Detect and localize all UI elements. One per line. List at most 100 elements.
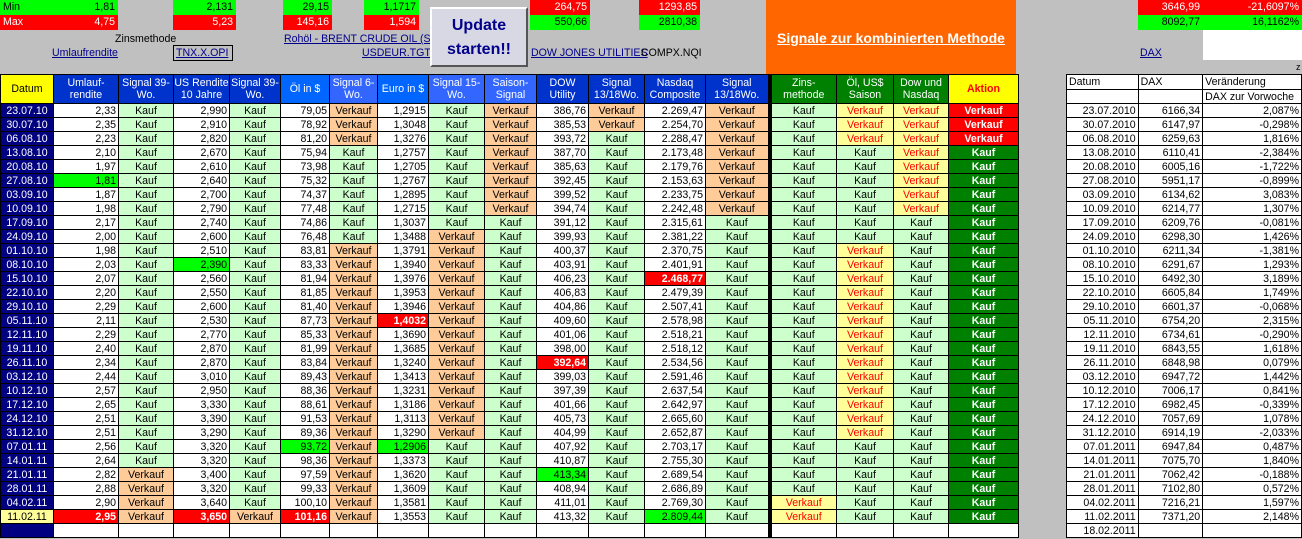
table-cell[interactable]: Kauf <box>588 313 645 328</box>
table-cell[interactable]: Kauf <box>836 229 894 244</box>
table-cell[interactable]: Verkauf <box>118 509 174 524</box>
table-cell[interactable]: Kauf <box>705 509 770 524</box>
table-cell[interactable]: Verkauf <box>484 159 537 174</box>
table-cell[interactable]: Verkauf <box>893 103 949 118</box>
table-cell[interactable]: Verkauf <box>428 285 485 300</box>
table-cell[interactable]: Kauf <box>948 201 1019 216</box>
table-cell[interactable]: Kauf <box>588 327 645 342</box>
column-header[interactable]: Zins- methode <box>767 74 837 104</box>
table-cell[interactable]: Kauf <box>705 397 770 412</box>
table-cell[interactable]: Kauf <box>229 327 281 342</box>
table-cell[interactable]: Kauf <box>118 145 174 160</box>
table-cell[interactable]: Kauf <box>767 229 837 244</box>
table-cell[interactable]: Kauf <box>893 327 949 342</box>
table-cell[interactable]: Kauf <box>948 467 1019 482</box>
table-cell[interactable]: Verkauf <box>836 327 894 342</box>
table-cell[interactable]: Kauf <box>893 355 949 370</box>
table-cell[interactable]: Kauf <box>428 453 485 468</box>
tnx-link[interactable]: TNX.X.OPI <box>173 45 233 61</box>
table-cell[interactable]: Verkauf <box>329 117 378 132</box>
table-cell[interactable]: Verkauf <box>428 243 485 258</box>
table-cell[interactable]: Verkauf <box>588 117 645 132</box>
table-cell[interactable]: Verkauf <box>893 159 949 174</box>
table-cell[interactable]: Verkauf <box>428 383 485 398</box>
column-header[interactable]: Signal 13/18Wo. <box>588 74 645 104</box>
table-cell[interactable]: Kauf <box>948 481 1019 496</box>
table-cell[interactable]: Verkauf <box>484 117 537 132</box>
table-cell[interactable]: Kauf <box>118 243 174 258</box>
column-header[interactable]: DOW Utility <box>536 74 589 104</box>
table-cell[interactable]: Kauf <box>229 145 281 160</box>
table-cell[interactable]: Kauf <box>836 509 894 524</box>
table-cell[interactable]: Verkauf <box>836 117 894 132</box>
table-cell[interactable]: Kauf <box>705 285 770 300</box>
table-cell[interactable]: Verkauf <box>329 369 378 384</box>
table-cell[interactable]: Kauf <box>229 173 281 188</box>
table-cell[interactable]: Kauf <box>229 341 281 356</box>
table-cell[interactable]: Verkauf <box>329 327 378 342</box>
table-cell[interactable]: Kauf <box>484 257 537 272</box>
table-cell[interactable]: Kauf <box>229 271 281 286</box>
table-cell[interactable]: Kauf <box>329 229 378 244</box>
table-cell[interactable]: Kauf <box>767 299 837 314</box>
table-cell[interactable]: Kauf <box>484 215 537 230</box>
table-cell[interactable]: Kauf <box>767 411 837 426</box>
table-cell[interactable]: Kauf <box>588 229 645 244</box>
column-header[interactable]: Nasdaq Composite <box>644 74 706 104</box>
table-cell[interactable]: Kauf <box>484 229 537 244</box>
column-header[interactable]: Signal 13/18Wo. <box>705 74 770 104</box>
table-cell[interactable]: Kauf <box>118 117 174 132</box>
table-cell[interactable]: Verkauf <box>767 495 837 510</box>
table-cell[interactable]: Kauf <box>229 313 281 328</box>
table-cell[interactable]: Verkauf <box>893 187 949 202</box>
table-cell[interactable]: Verkauf <box>948 131 1019 146</box>
table-cell[interactable]: Verkauf <box>329 397 378 412</box>
table-cell[interactable]: Kauf <box>484 341 537 356</box>
table-cell[interactable]: Kauf <box>118 285 174 300</box>
table-cell[interactable]: Kauf <box>767 243 837 258</box>
table-cell[interactable]: Kauf <box>428 159 485 174</box>
table-cell[interactable]: Kauf <box>588 439 645 454</box>
table-cell[interactable]: Kauf <box>118 327 174 342</box>
column-header[interactable]: Umlauf- rendite <box>53 74 119 104</box>
table-cell[interactable]: Kauf <box>836 481 894 496</box>
table-cell[interactable]: Kauf <box>893 313 949 328</box>
table-cell[interactable]: Kauf <box>428 215 485 230</box>
table-cell[interactable]: Kauf <box>705 369 770 384</box>
table-cell[interactable]: Kauf <box>118 369 174 384</box>
column-header[interactable]: Saison- Signal <box>484 74 537 104</box>
table-cell[interactable]: Verkauf <box>329 103 378 118</box>
table-cell[interactable]: Kauf <box>705 243 770 258</box>
table-cell[interactable]: Kauf <box>836 215 894 230</box>
table-cell[interactable]: Kauf <box>767 103 837 118</box>
table-cell[interactable]: Verkauf <box>836 411 894 426</box>
table-cell[interactable]: Kauf <box>118 313 174 328</box>
table-cell[interactable]: Verkauf <box>428 299 485 314</box>
table-cell[interactable]: Kauf <box>118 439 174 454</box>
table-cell[interactable]: Kauf <box>484 397 537 412</box>
table-cell[interactable]: Kauf <box>767 453 837 468</box>
table-cell[interactable]: Verkauf <box>329 355 378 370</box>
table-cell[interactable]: Kauf <box>588 285 645 300</box>
table-cell[interactable]: Verkauf <box>836 243 894 258</box>
table-cell[interactable]: Kauf <box>836 187 894 202</box>
table-cell[interactable]: Kauf <box>767 481 837 496</box>
table-cell[interactable]: Verkauf <box>428 341 485 356</box>
table-cell[interactable]: Kauf <box>229 355 281 370</box>
table-cell[interactable]: Verkauf <box>767 509 837 524</box>
dow-utilities-link[interactable]: DOW JONES UTILITIES <box>531 47 648 59</box>
table-cell[interactable]: Kauf <box>705 341 770 356</box>
table-cell[interactable]: Verkauf <box>705 173 770 188</box>
table-cell[interactable]: Kauf <box>948 327 1019 342</box>
table-cell[interactable]: Verkauf <box>329 509 378 524</box>
table-cell[interactable]: Kauf <box>948 159 1019 174</box>
table-cell[interactable]: Kauf <box>705 355 770 370</box>
table-cell[interactable]: Verkauf <box>329 257 378 272</box>
table-cell[interactable]: Kauf <box>767 369 837 384</box>
table-cell[interactable]: Verkauf <box>428 327 485 342</box>
column-header[interactable]: Öl, US$ Saison <box>836 74 894 104</box>
table-cell[interactable]: Verkauf <box>428 411 485 426</box>
table-cell[interactable]: Kauf <box>767 159 837 174</box>
table-cell[interactable]: Kauf <box>948 271 1019 286</box>
table-cell[interactable]: Kauf <box>118 215 174 230</box>
